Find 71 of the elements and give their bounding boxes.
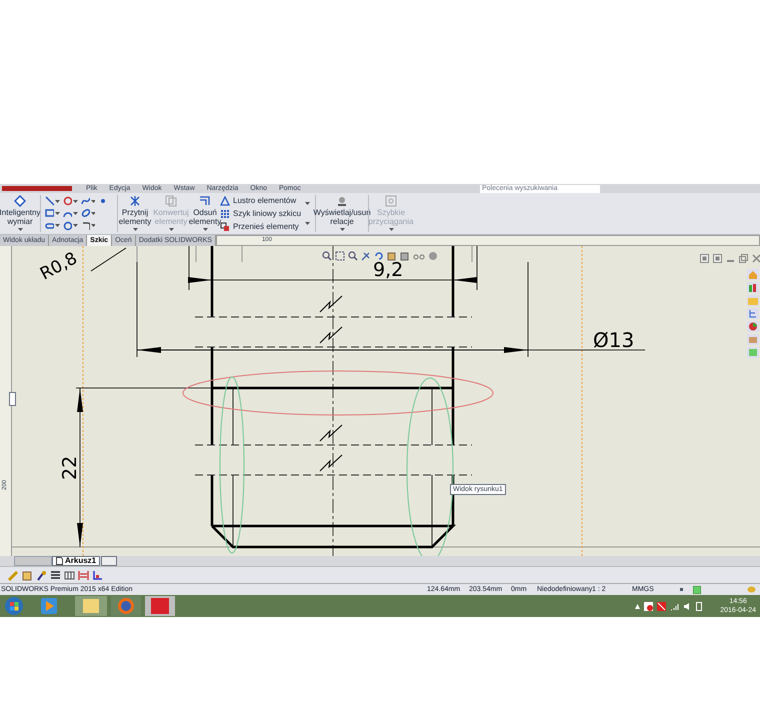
document-icon [56,557,63,565]
caret-icon [90,200,96,203]
leader-line [90,248,126,272]
break-symbol [320,424,342,472]
caret-icon [340,228,344,231]
lines-icon[interactable] [50,570,61,580]
caret-icon [305,222,310,226]
dimension-text: Ø13 [593,328,634,352]
caret-icon [55,224,60,228]
caret-icon [55,212,60,215]
caret-icon [90,212,96,215]
slot-icon[interactable] [45,220,54,231]
caret-icon [55,200,60,203]
line-icon[interactable] [45,196,54,206]
cad-app-icon[interactable] [145,596,175,616]
add-sheet-icon[interactable] [101,556,118,566]
ribbon-button[interactable]: Lustro elementów [220,196,305,206]
ribbon-button[interactable]: Inteligentny wymiar [0,193,40,234]
dimension-text: 9,2 [373,259,404,281]
caret-icon [388,228,394,231]
dots-icon [220,208,230,218]
ribbon-button[interactable]: Wyświetlaj/usuń relacje [316,193,368,234]
caret-icon [305,202,310,205]
brush-icon[interactable] [36,570,47,580]
caret-icon [72,212,78,215]
magnifier-icon[interactable] [348,251,358,261]
close-icon[interactable] [752,254,760,263]
caret-icon [18,228,22,231]
dimension-text: R0,8 [36,248,81,284]
caret-icon [202,228,208,231]
battery-icon[interactable] [696,602,702,610]
caret-icon [168,228,174,231]
magnifier-icon[interactable] [335,251,345,261]
ribbon-button[interactable]: Odsuń elementy [190,193,220,234]
logo-icon [2,186,72,191]
caret-icon [72,200,78,203]
break-symbol [320,296,342,344]
sphere-icon[interactable] [428,251,438,261]
ribbon-button[interactable]: Szyk liniowy szkicu [220,208,305,218]
globe-icon[interactable] [747,321,759,332]
signal-icon[interactable] [670,602,680,610]
rotate-icon[interactable] [374,251,384,261]
copy-icon [165,195,177,207]
axes-icon[interactable] [92,570,103,580]
squares-icon [220,222,230,232]
books-icon[interactable] [747,282,759,293]
grid-icon[interactable] [64,570,75,580]
tree-icon[interactable] [747,308,759,319]
magnifier-icon[interactable] [322,251,332,261]
dimension-text: 22 [59,456,81,480]
fillet-icon[interactable] [80,220,90,231]
tile-icon[interactable] [713,254,722,263]
sheet-tab[interactable]: Arkusz1 [52,556,100,566]
tile-icon[interactable] [700,254,709,263]
caret-icon [90,224,96,228]
offset-icon [199,195,211,207]
handle-icon[interactable] [9,392,16,406]
diamond-icon [14,195,26,207]
cube-icon[interactable] [22,570,33,580]
triangle-icon[interactable] [635,604,640,608]
caret-icon [132,228,138,231]
restore-icon[interactable] [739,254,748,263]
flag-icon[interactable] [644,602,654,610]
ribbon-button[interactable]: Przenieś elementy [220,222,305,232]
flag-icon[interactable] [657,602,666,610]
start-button-icon[interactable] [4,596,24,616]
triangle-icon [220,196,230,206]
spline-icon[interactable] [80,196,90,206]
relations-icon [336,195,348,207]
caret-icon [72,224,78,228]
ribbon-button[interactable]: Przytnij elementy [118,193,152,234]
